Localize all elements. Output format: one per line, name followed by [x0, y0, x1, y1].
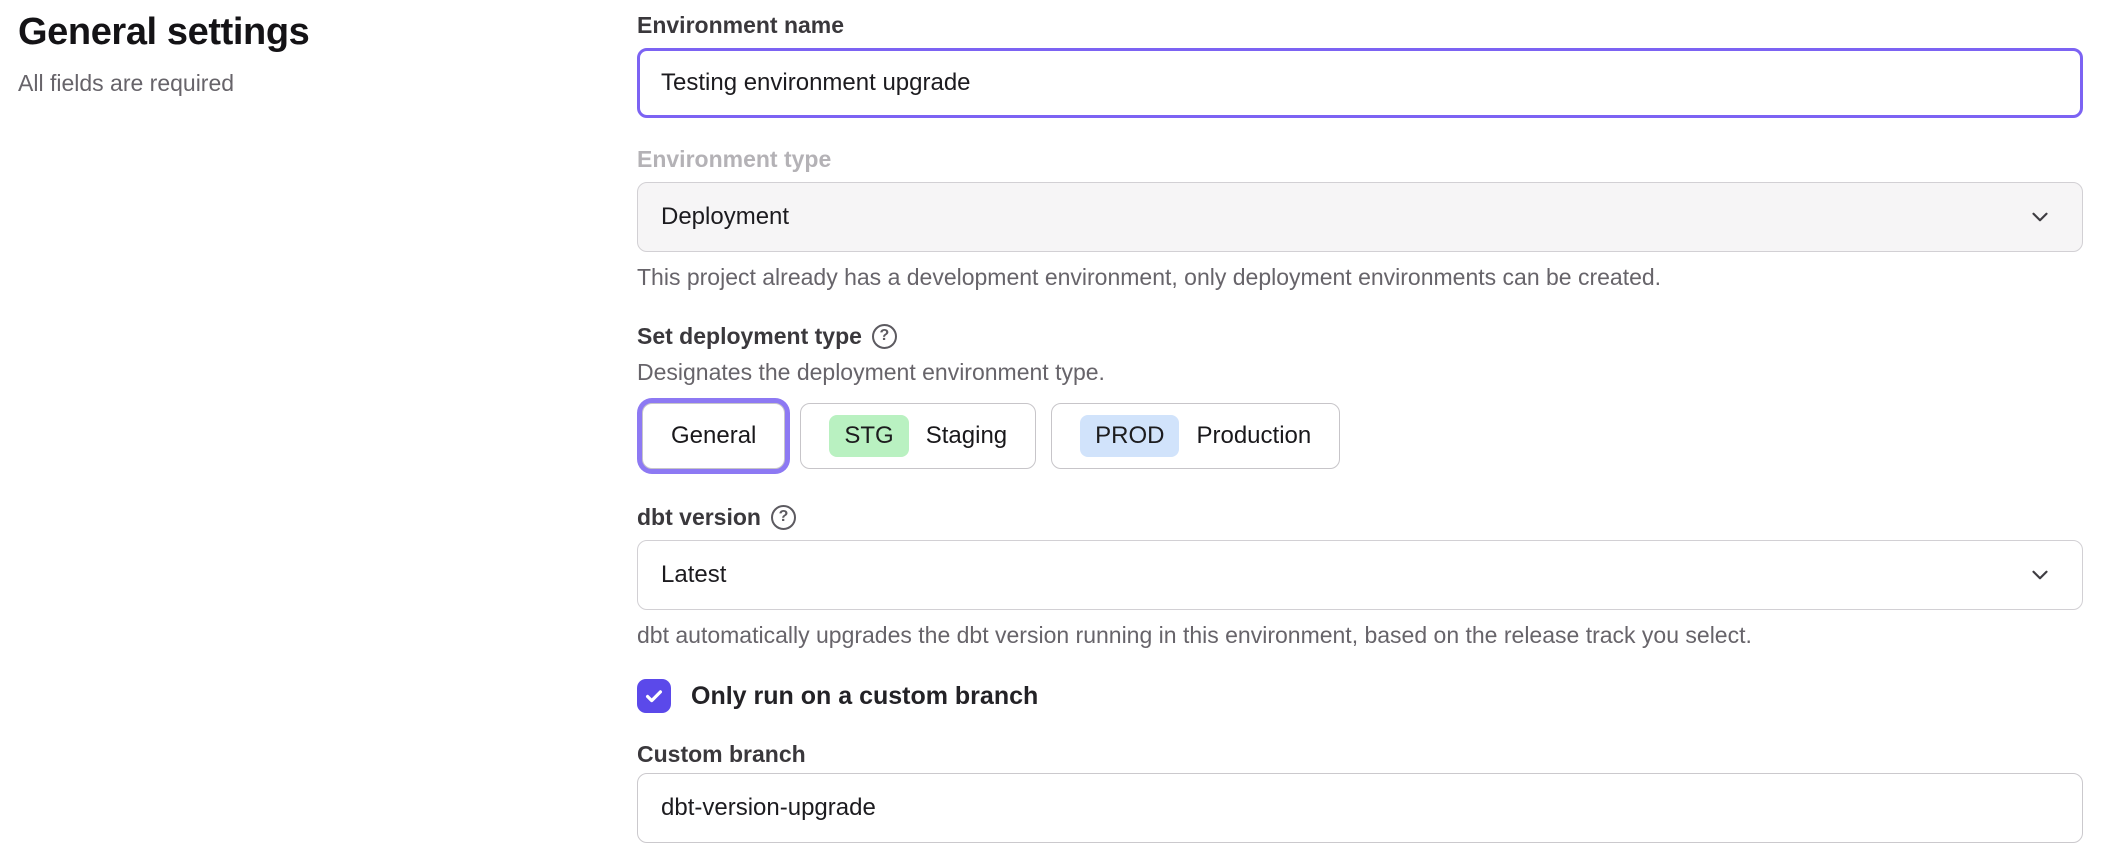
custom-branch-input[interactable]	[637, 773, 2083, 843]
deployment-type-field: Set deployment type ? Designates the dep…	[637, 323, 2083, 474]
deployment-type-staging-button[interactable]: STG Staging	[800, 403, 1036, 469]
page-subtitle: All fields are required	[18, 70, 578, 97]
dbt-version-label-row: dbt version ?	[637, 504, 2083, 530]
environment-name-label: Environment name	[637, 12, 844, 38]
production-badge: PROD	[1080, 415, 1179, 457]
deployment-type-production-label: Production	[1196, 422, 1311, 450]
deployment-type-general-label: General	[671, 422, 756, 450]
environment-type-select[interactable]: Deployment	[637, 182, 2083, 252]
deployment-type-production-button[interactable]: PROD Production	[1051, 403, 1340, 469]
dbt-version-field: dbt version ? Latest dbt automatically u…	[637, 504, 2083, 649]
deployment-type-label: Set deployment type	[637, 323, 862, 349]
dbt-version-value: Latest	[661, 561, 726, 589]
custom-branch-toggle-row: Only run on a custom branch	[637, 679, 2083, 713]
environment-type-helper: This project already has a development e…	[637, 264, 2083, 291]
custom-branch-checkbox[interactable]	[637, 679, 671, 713]
dbt-version-select[interactable]: Latest	[637, 540, 2083, 610]
environment-settings-form: Environment name Environment type Deploy…	[637, 12, 2083, 843]
help-icon[interactable]: ?	[872, 324, 897, 349]
environment-name-field: Environment name	[637, 12, 2083, 118]
environment-type-value: Deployment	[661, 203, 789, 231]
help-icon[interactable]: ?	[771, 505, 796, 530]
deployment-type-options: General STG Staging PROD Production	[637, 398, 2083, 474]
page-title: General settings	[18, 10, 578, 56]
section-header: General settings All fields are required	[18, 10, 578, 97]
deployment-type-helper: Designates the deployment environment ty…	[637, 359, 2083, 386]
custom-branch-toggle-label: Only run on a custom branch	[691, 682, 1038, 711]
deployment-type-label-row: Set deployment type ?	[637, 323, 2083, 349]
custom-branch-field: Custom branch	[637, 741, 2083, 843]
checkmark-icon	[643, 685, 665, 707]
dbt-version-helper: dbt automatically upgrades the dbt versi…	[637, 622, 2083, 649]
environment-name-input[interactable]	[637, 48, 2083, 118]
chevron-down-icon	[2027, 204, 2053, 230]
staging-badge: STG	[829, 415, 908, 457]
dbt-version-label: dbt version	[637, 504, 761, 530]
general-settings-page: General settings All fields are required…	[0, 0, 2116, 864]
chevron-down-icon	[2027, 562, 2053, 588]
deployment-type-general-button[interactable]: General	[642, 403, 785, 469]
custom-branch-label: Custom branch	[637, 741, 806, 767]
environment-type-field: Environment type Deployment This project…	[637, 146, 2083, 291]
deployment-type-staging-label: Staging	[926, 422, 1007, 450]
environment-type-label: Environment type	[637, 146, 831, 172]
